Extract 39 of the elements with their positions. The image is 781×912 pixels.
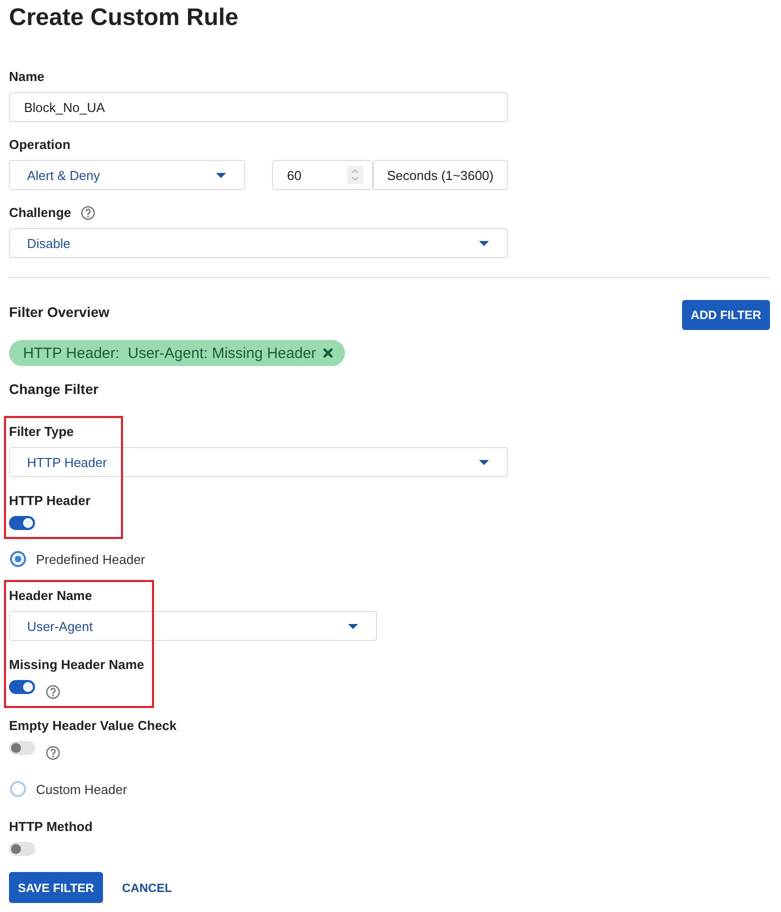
radio-icon[interactable] bbox=[10, 781, 26, 797]
field-label: HTTP Method bbox=[9, 819, 93, 835]
field-label: Challenge bbox=[9, 205, 72, 221]
caret-icon bbox=[479, 240, 489, 246]
chip-label: HTTP Header: User-Agent: Missing Header bbox=[23, 344, 316, 362]
radio-option[interactable]: Custom Header bbox=[9, 779, 128, 799]
field-label: Filter Type bbox=[9, 424, 74, 440]
field-label: Empty Header Value Check bbox=[9, 718, 177, 734]
field-label: Missing Header Name bbox=[9, 657, 144, 673]
field-label: Operation bbox=[9, 137, 70, 153]
save-filter-button[interactable]: SAVE FILTER bbox=[9, 872, 103, 903]
field-label: HTTP Header bbox=[9, 493, 90, 509]
challenge-select[interactable]: Disable bbox=[9, 228, 508, 258]
close-icon[interactable] bbox=[323, 348, 334, 358]
help-icon[interactable] bbox=[46, 746, 60, 760]
add-filter-button[interactable]: ADD FILTER bbox=[682, 300, 770, 330]
caret-icon bbox=[348, 624, 358, 628]
caret-icon bbox=[216, 172, 226, 178]
operation-select[interactable]: Alert & Deny bbox=[9, 160, 245, 190]
toggle-switch[interactable] bbox=[9, 842, 35, 856]
help-icon[interactable] bbox=[46, 685, 60, 699]
dropdown-select[interactable]: User-Agent bbox=[9, 611, 377, 641]
radio-option[interactable]: Predefined Header bbox=[9, 549, 146, 569]
unit-label: Seconds (1~3600) bbox=[373, 160, 508, 190]
radio-icon[interactable] bbox=[10, 551, 26, 567]
cancel-link[interactable]: CANCEL bbox=[122, 880, 172, 894]
caret-icon bbox=[479, 460, 489, 464]
dropdown-select[interactable]: HTTP Header bbox=[9, 447, 508, 477]
field-label: Header Name bbox=[9, 588, 92, 604]
toggle-switch[interactable] bbox=[9, 741, 35, 755]
section-heading: Change Filter bbox=[9, 381, 98, 397]
section-heading: Filter Overview bbox=[9, 304, 110, 320]
duration-input[interactable]: 60 bbox=[272, 160, 373, 190]
name-input[interactable]: Block_No_UA bbox=[9, 92, 508, 122]
toggle-switch[interactable] bbox=[9, 516, 35, 530]
field-label: Name bbox=[9, 69, 44, 85]
help-icon[interactable] bbox=[81, 206, 96, 220]
page-title: Create Custom Rule bbox=[9, 4, 238, 32]
toggle-switch[interactable] bbox=[9, 680, 35, 694]
